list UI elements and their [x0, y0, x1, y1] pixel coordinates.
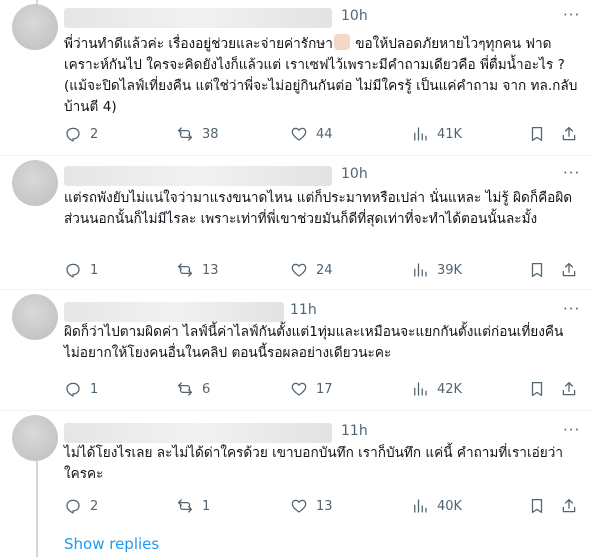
action-bar: 2 38 44 41K [64, 124, 579, 144]
more-options-icon[interactable]: ··· [563, 164, 580, 182]
share-button[interactable] [560, 379, 578, 399]
share-icon [560, 497, 578, 515]
bookmark-icon [528, 125, 546, 143]
views-button[interactable]: 42K [411, 379, 462, 399]
like-icon [290, 125, 308, 143]
author-name[interactable] [64, 166, 332, 186]
bookmark-button[interactable] [528, 496, 546, 516]
timestamp[interactable]: 10h [341, 8, 368, 24]
like-icon [290, 497, 308, 515]
reply-item[interactable]: 10h ··· แต่รถพังยับไม่แน่ใจว่ามาแรงขนาดไ… [0, 156, 593, 290]
share-button[interactable] [560, 260, 578, 280]
repost-button[interactable]: 1 [176, 496, 210, 516]
avatar[interactable] [12, 294, 58, 340]
reply-icon [64, 125, 82, 143]
replies-count: 2 [90, 126, 99, 142]
reply-text: พี่ว่านทำดีแล้วค่ะ เรื่องอยู่ช่วยและจ่าย… [64, 34, 579, 118]
replies-count: 1 [90, 381, 99, 397]
repost-icon [176, 380, 194, 398]
repost-button[interactable]: 6 [176, 379, 210, 399]
like-button[interactable]: 17 [290, 379, 333, 399]
reply-button[interactable]: 2 [64, 496, 98, 516]
reply-button[interactable]: 1 [64, 379, 98, 399]
avatar[interactable] [12, 4, 58, 50]
like-button[interactable]: 13 [290, 496, 333, 516]
views-icon [411, 380, 429, 398]
views-count: 42K [437, 381, 463, 397]
more-options-icon[interactable]: ··· [563, 421, 580, 439]
share-icon [560, 380, 578, 398]
like-button[interactable]: 24 [290, 260, 333, 280]
avatar[interactable] [12, 415, 58, 461]
reply-text: แต่รถพังยับไม่แน่ใจว่ามาแรงขนาดไหน แต่ก็… [64, 190, 577, 227]
bookmark-button[interactable] [528, 379, 546, 399]
timestamp[interactable]: 10h [341, 166, 368, 182]
reply-icon [64, 380, 82, 398]
reply-icon [64, 497, 82, 515]
reply-item[interactable]: 11h ··· ผิดก็ว่าไปตามผิดค่า ไลฟ์นี้ค่าไล… [0, 290, 593, 411]
reply-text: ไม่ได้โยงไรเลย ละไม่ได้ด่าใครด้วย เขาบอก… [64, 445, 563, 482]
views-button[interactable]: 39K [411, 260, 462, 280]
reposts-count: 13 [202, 262, 219, 278]
avatar[interactable] [12, 160, 58, 206]
reply-item[interactable]: 10h ··· พี่ว่านทำดีแล้วค่ะ เรื่องอยู่ช่ว… [0, 0, 593, 156]
share-icon [560, 261, 578, 279]
views-icon [411, 261, 429, 279]
more-options-icon[interactable]: ··· [563, 300, 580, 318]
like-icon [290, 261, 308, 279]
views-icon [411, 497, 429, 515]
views-count: 39K [437, 262, 463, 278]
share-icon [560, 125, 578, 143]
share-button[interactable] [560, 496, 578, 516]
likes-count: 13 [316, 498, 333, 514]
replies-count: 2 [90, 498, 99, 514]
likes-count: 17 [316, 381, 333, 397]
bookmark-icon [528, 380, 546, 398]
views-button[interactable]: 40K [411, 496, 462, 516]
bookmark-button[interactable] [528, 260, 546, 280]
reply-icon [64, 261, 82, 279]
views-icon [411, 125, 429, 143]
action-bar: 1 13 24 39K [64, 260, 579, 280]
show-replies-link[interactable]: Show replies [64, 535, 159, 553]
replies-count: 1 [90, 262, 99, 278]
repost-button[interactable]: 38 [176, 124, 219, 144]
repost-icon [176, 261, 194, 279]
like-button[interactable]: 44 [290, 124, 333, 144]
action-bar: 1 6 17 42K [64, 379, 579, 399]
thumbs-up-emoji-icon [333, 34, 350, 50]
repost-icon [176, 497, 194, 515]
reposts-count: 1 [202, 498, 211, 514]
views-count: 41K [437, 126, 463, 142]
reply-button[interactable]: 1 [64, 260, 98, 280]
reposts-count: 38 [202, 126, 219, 142]
repost-button[interactable]: 13 [176, 260, 219, 280]
action-bar: 2 1 13 40K [64, 496, 579, 516]
bookmark-icon [528, 261, 546, 279]
reply-text: ผิดก็ว่าไปตามผิดค่า ไลฟ์นี้ค่าไลฟ์กันตั้… [64, 324, 568, 361]
reply-button[interactable]: 2 [64, 124, 98, 144]
likes-count: 24 [316, 262, 333, 278]
timestamp[interactable]: 11h [341, 423, 368, 439]
timestamp[interactable]: 11h [290, 302, 317, 318]
author-name[interactable] [64, 302, 284, 322]
reply-text-part: พี่ว่านทำดีแล้วค่ะ เรื่องอยู่ช่วยและจ่าย… [64, 36, 333, 52]
bookmark-button[interactable] [528, 124, 546, 144]
like-icon [290, 380, 308, 398]
reply-item[interactable]: 11h ··· ไม่ได้โยงไรเลย ละไม่ได้ด่าใครด้ว… [0, 411, 593, 529]
views-button[interactable]: 41K [411, 124, 462, 144]
views-count: 40K [437, 498, 463, 514]
author-name[interactable] [64, 8, 332, 28]
author-name[interactable] [64, 423, 332, 443]
bookmark-icon [528, 497, 546, 515]
repost-icon [176, 125, 194, 143]
more-options-icon[interactable]: ··· [563, 6, 580, 24]
reposts-count: 6 [202, 381, 211, 397]
likes-count: 44 [316, 126, 333, 142]
share-button[interactable] [560, 124, 578, 144]
